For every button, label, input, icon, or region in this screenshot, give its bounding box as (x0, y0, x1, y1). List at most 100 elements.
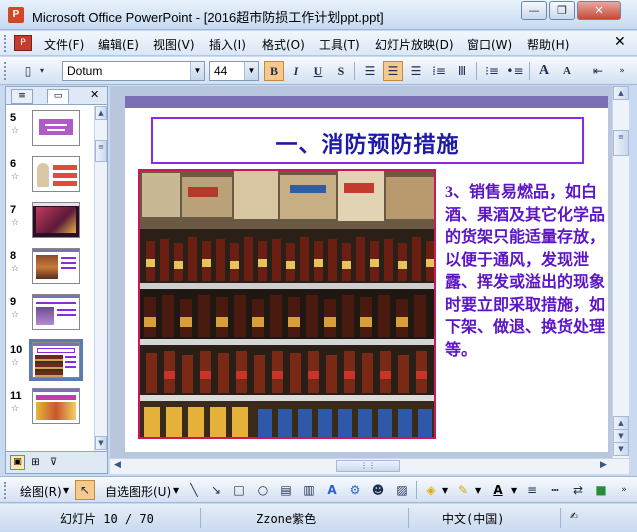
close-button[interactable]: ✕ (577, 1, 621, 20)
tab-outline[interactable]: ≡ (11, 89, 33, 104)
slideshow-icon[interactable]: ⊽ (46, 455, 61, 470)
select-pointer-icon[interactable]: ↖ (75, 480, 95, 500)
menu-slideshow[interactable]: 幻灯片放映(D) (375, 36, 454, 53)
menu-help[interactable]: 帮助(H) (527, 36, 569, 53)
new-slide-icon[interactable]: ▯ (18, 61, 38, 81)
shadow-style-icon[interactable]: ■ (591, 480, 611, 500)
chevron-down-icon[interactable]: ▼ (63, 486, 69, 495)
toolbar-grip[interactable] (4, 62, 8, 80)
close-panel-icon[interactable]: ✕ (90, 88, 99, 101)
menu-format[interactable]: 格式(O) (262, 36, 305, 53)
line-icon[interactable]: ╲ (184, 480, 204, 500)
font-name-select[interactable]: Dotum ▼ (62, 61, 205, 81)
numbering-icon[interactable]: ⁝≡ (482, 61, 502, 81)
clipart-icon[interactable]: ☻ (368, 480, 388, 500)
diagram-icon[interactable]: ⚙ (345, 480, 365, 500)
document-icon[interactable]: P (14, 35, 32, 51)
slide-thumbnail-5[interactable]: 5 ☆ (6, 106, 94, 150)
fill-color-icon[interactable]: ◈ (421, 480, 441, 500)
text-direction-icon[interactable]: Ⅲ (452, 61, 472, 81)
line-style-icon[interactable]: ≡ (522, 480, 542, 500)
title-placeholder[interactable]: 一、消防预防措施 (151, 117, 584, 164)
menu-edit[interactable]: 编辑(E) (98, 36, 139, 53)
animation-star-icon: ☆ (11, 172, 20, 182)
autoshapes-menu-button[interactable]: 自选图形(U) (105, 483, 171, 500)
current-slide[interactable]: 一、消防预防措施 3、销售易燃品，如白酒、果酒及其它化学品的货架只能适量存放，以… (125, 96, 608, 452)
scroll-thumb[interactable]: ≡ (613, 130, 629, 156)
slide-thumbnail-10[interactable]: 10 ☆ (6, 338, 94, 382)
slide-thumbnail-9[interactable]: 9 ☆ (6, 290, 94, 334)
toolbar-grip[interactable] (4, 482, 8, 499)
chevron-down-icon[interactable]: ▼ (190, 62, 204, 80)
shadow-button[interactable]: S (331, 61, 351, 81)
oval-icon[interactable]: ○ (253, 480, 273, 500)
shrink-font-button[interactable]: A (557, 61, 577, 81)
bold-button[interactable]: B (264, 61, 284, 81)
distribute-icon[interactable]: ⁞≡ (429, 61, 449, 81)
slide-body-text[interactable]: 3、销售易燃品，如白酒、果酒及其它化学品的货架只能适量存放，以便于通风，发现泄露… (445, 182, 605, 362)
align-right-icon[interactable]: ☰ (406, 61, 426, 81)
textbox-icon[interactable]: ▤ (276, 480, 296, 500)
chevron-down-icon[interactable]: ▼ (173, 486, 179, 495)
powerpoint-app-icon[interactable]: P (8, 7, 24, 23)
thumbnail-scrollbar[interactable]: ▲ ≡ ▼ (94, 106, 107, 451)
rectangle-icon[interactable]: □ (229, 480, 249, 500)
scroll-left-icon[interactable]: ◀ (114, 460, 121, 470)
chevron-down-icon[interactable]: ▼ (511, 486, 517, 495)
scroll-up-icon[interactable]: ▲ (95, 106, 107, 120)
separator (476, 62, 477, 80)
bullets-icon[interactable]: •≡ (505, 61, 525, 81)
separator (408, 508, 409, 528)
slide-sorter-icon[interactable]: ⊞ (28, 455, 43, 470)
picture-icon[interactable]: ▨ (392, 480, 412, 500)
tab-slides[interactable]: ▭ (47, 89, 69, 104)
dash-style-icon[interactable]: ┅ (545, 480, 565, 500)
chevron-down-icon[interactable]: ▼ (475, 486, 481, 495)
next-slide-icon[interactable]: ▼ (613, 442, 629, 456)
slide-vertical-scrollbar[interactable]: ▲ ≡ ▲ ▼ ▼ (612, 86, 629, 458)
italic-button[interactable]: I (286, 61, 306, 81)
align-center-icon[interactable]: ☰ (383, 61, 403, 81)
minimize-button[interactable]: — (521, 1, 547, 20)
close-document-icon[interactable]: ✕ (614, 34, 626, 50)
scroll-up-icon[interactable]: ▲ (613, 416, 629, 430)
slide-thumbnail-8[interactable]: 8 ☆ (6, 244, 94, 288)
align-left-icon[interactable]: ☰ (360, 61, 380, 81)
toolbar-options-icon[interactable]: » (614, 480, 634, 500)
scroll-down-icon[interactable]: ▼ (95, 436, 107, 450)
scroll-up-icon[interactable]: ▲ (613, 86, 629, 100)
supermarket-shelf-photo[interactable] (138, 169, 436, 439)
restore-button[interactable]: ❐ (549, 1, 575, 20)
scroll-thumb[interactable]: ≡ (95, 140, 107, 162)
menu-window[interactable]: 窗口(W) (467, 36, 512, 53)
scroll-right-icon[interactable]: ▶ (600, 460, 607, 470)
menu-view[interactable]: 视图(V) (153, 36, 195, 53)
font-color-icon[interactable]: A (488, 480, 508, 500)
grow-font-button[interactable]: A (534, 61, 554, 81)
menu-insert[interactable]: 插入(I) (209, 36, 246, 53)
decrease-indent-icon[interactable]: ⇤ (588, 61, 608, 81)
slide-thumbnail-11[interactable]: 11 ☆ (6, 384, 94, 428)
wordart-icon[interactable]: A (322, 480, 342, 500)
arrow-icon[interactable]: ↘ (206, 480, 226, 500)
normal-view-icon[interactable]: ▣ (10, 455, 25, 470)
toolbar-options-icon[interactable]: » (612, 61, 632, 81)
new-dropdown-icon[interactable]: ▾ (36, 61, 48, 81)
line-color-icon[interactable]: ✎ (453, 480, 473, 500)
menu-tools[interactable]: 工具(T) (319, 36, 360, 53)
slide-horizontal-scrollbar[interactable]: ◀ ⋮⋮ ▶ (110, 458, 629, 474)
slide-thumbnail-6[interactable]: 6 ☆ (6, 152, 94, 196)
arrow-style-icon[interactable]: ⇄ (568, 480, 588, 500)
scroll-thumb[interactable]: ⋮⋮ (336, 460, 400, 472)
menu-file[interactable]: 文件(F) (44, 36, 84, 53)
scroll-down-icon[interactable]: ▼ (613, 429, 629, 443)
spelling-status-icon[interactable]: ✍ (570, 508, 578, 523)
chevron-down-icon[interactable]: ▼ (442, 486, 448, 495)
chevron-down-icon[interactable]: ▼ (244, 62, 258, 80)
font-size-select[interactable]: 44 ▼ (209, 61, 259, 81)
slide-thumbnail-7[interactable]: 7 ☆ (6, 198, 94, 242)
toolbar-grip[interactable] (4, 35, 8, 52)
draw-menu-button[interactable]: 绘图(R) (20, 483, 62, 500)
underline-button[interactable]: U (308, 61, 328, 81)
vertical-textbox-icon[interactable]: ▥ (299, 480, 319, 500)
